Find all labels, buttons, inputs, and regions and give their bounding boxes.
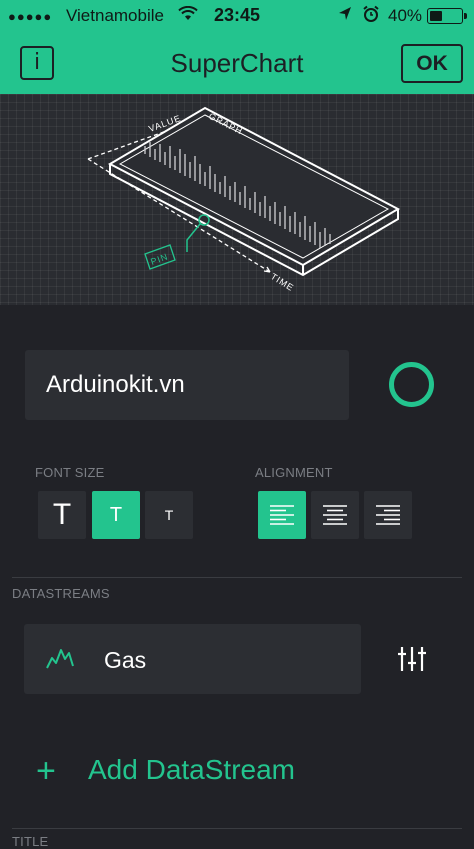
ok-button[interactable]: OK	[401, 44, 463, 83]
divider	[12, 577, 462, 578]
datastream-item[interactable]: Gas	[24, 624, 361, 694]
widget-name-input[interactable]: Arduinokit.vn	[25, 350, 349, 420]
device-graph-illustration: VALUE TIME GRAPH PIN	[87, 106, 401, 293]
font-size-small-button[interactable]: T	[145, 491, 193, 539]
battery-fill	[430, 11, 442, 21]
line-chart-icon	[46, 649, 74, 669]
alignment-label: ALIGNMENT	[255, 465, 333, 480]
nav-bar: i SuperChart OK	[0, 32, 474, 94]
title-section-label: TITLE	[12, 834, 49, 849]
align-left-icon	[270, 505, 294, 525]
status-bar: ●●●●● Vietnamobile 23:45 40%	[0, 0, 474, 32]
pin-label: PIN	[149, 251, 169, 267]
divider	[12, 828, 462, 829]
location-arrow-icon	[338, 6, 352, 26]
superchart-illustration: VALUE TIME GRAPH PIN	[0, 94, 474, 305]
datastream-name: Gas	[104, 647, 147, 673]
font-size-large-button[interactable]: T	[38, 491, 86, 539]
align-right-icon	[376, 505, 400, 525]
battery-icon	[427, 8, 467, 24]
time-axis-label: TIME	[269, 271, 296, 293]
battery-percent: 40%	[388, 6, 423, 25]
add-datastream-button[interactable]: + Add DataStream	[36, 752, 295, 791]
datastreams-label: DATASTREAMS	[12, 586, 110, 601]
plus-icon: +	[36, 752, 56, 790]
color-picker-button[interactable]	[389, 362, 434, 407]
datastream-settings-button[interactable]	[398, 645, 426, 678]
font-size-label: FONT SIZE	[35, 465, 105, 480]
align-center-button[interactable]	[311, 491, 359, 539]
sliders-icon	[398, 647, 426, 671]
align-left-button[interactable]	[258, 491, 306, 539]
align-right-button[interactable]	[364, 491, 412, 539]
align-center-icon	[323, 505, 347, 525]
alarm-icon	[362, 5, 380, 28]
font-size-medium-button[interactable]: T	[92, 491, 140, 539]
add-datastream-label: Add DataStream	[88, 754, 295, 785]
